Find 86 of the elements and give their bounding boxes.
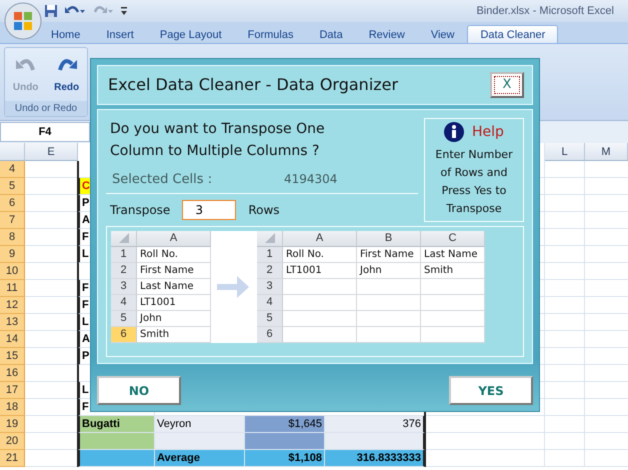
row-header: 8 bbox=[0, 229, 25, 246]
ribbon-tab[interactable]: Insert bbox=[93, 25, 147, 43]
column-header[interactable]: E bbox=[25, 143, 78, 161]
row-header: 6 bbox=[0, 195, 25, 212]
info-icon bbox=[444, 122, 464, 142]
row-header: 4 bbox=[257, 294, 283, 311]
row-header: 17 bbox=[0, 382, 25, 399]
row-header: 6 bbox=[257, 326, 283, 343]
table-cell: John bbox=[357, 262, 421, 279]
column-header: C bbox=[421, 230, 485, 247]
table-cell bbox=[357, 294, 421, 311]
row-header: 4 bbox=[0, 161, 25, 178]
row-header: 18 bbox=[0, 399, 25, 416]
table-cell: 376 bbox=[325, 416, 425, 433]
table-cell: Average bbox=[155, 450, 245, 467]
row-header: 13 bbox=[0, 314, 25, 331]
row-header: 20 bbox=[0, 433, 25, 450]
column-header[interactable]: L bbox=[545, 143, 585, 161]
row-header: 16 bbox=[0, 365, 25, 382]
customize-icon[interactable] bbox=[120, 6, 128, 16]
table-cell: First Name bbox=[357, 246, 421, 263]
ribbon-tab[interactable]: Data bbox=[306, 25, 356, 43]
dialog-button[interactable]: NO bbox=[97, 376, 181, 405]
row-header: 4 bbox=[111, 294, 137, 311]
row-header: 19 bbox=[0, 416, 25, 433]
rows-label: Rows bbox=[248, 202, 280, 217]
selected-cells-value: 4194304 bbox=[284, 172, 338, 187]
help-text: Enter Number of Rows and Press Yes to Transpose bbox=[435, 146, 513, 217]
table-cell bbox=[421, 326, 485, 343]
table-cell bbox=[357, 310, 421, 327]
rows-input[interactable]: 3 bbox=[182, 200, 236, 220]
table-cell bbox=[421, 294, 485, 311]
save-icon[interactable] bbox=[44, 4, 58, 18]
column-header: A bbox=[137, 230, 211, 247]
ribbon-tab[interactable]: Review bbox=[356, 25, 418, 43]
question-text: Do you want to Transpose One Column to Multiple Columns ? bbox=[109, 120, 326, 161]
row-header: 12 bbox=[0, 297, 25, 314]
row-header: 9 bbox=[0, 246, 25, 263]
row-header: 5 bbox=[257, 310, 283, 327]
table-cell: Bugatti bbox=[78, 416, 155, 433]
row-header: 2 bbox=[111, 262, 137, 279]
table-cell: Veyron bbox=[155, 416, 245, 433]
group-label: Undo or Redo bbox=[5, 101, 87, 116]
row-header: 14 bbox=[0, 331, 25, 348]
row-header: 1 bbox=[111, 246, 137, 263]
table-cell: LT1001 bbox=[283, 262, 357, 279]
dialog-button[interactable]: YES bbox=[449, 376, 533, 405]
row-header: 10 bbox=[0, 263, 25, 280]
row-header: 2 bbox=[257, 262, 283, 279]
table-cell bbox=[357, 278, 421, 295]
close-button[interactable]: X bbox=[490, 72, 524, 98]
row-header: 3 bbox=[257, 278, 283, 295]
row-header: 3 bbox=[111, 278, 137, 295]
row-header: 15 bbox=[0, 348, 25, 365]
triangle-icon bbox=[118, 233, 128, 244]
ribbon-tab[interactable]: View bbox=[418, 25, 468, 43]
table-cell bbox=[421, 278, 485, 295]
ribbon-tab[interactable]: Data Cleaner bbox=[467, 25, 558, 43]
dialog-title: Excel Data Cleaner - Data Organizer bbox=[108, 75, 398, 94]
help-title: Help bbox=[472, 124, 504, 140]
table-cell bbox=[357, 326, 421, 343]
row-header: 21 bbox=[0, 450, 25, 467]
window-title: Binder.xlsx - Microsoft Excel bbox=[476, 5, 615, 17]
table-cell: Smith bbox=[421, 262, 485, 279]
row-header: 5 bbox=[0, 178, 25, 195]
table-cell: 316.8333333 bbox=[325, 450, 425, 467]
row-header: 7 bbox=[0, 212, 25, 229]
redo-button[interactable]: Redo bbox=[52, 54, 82, 95]
table-cell: Last Name bbox=[421, 246, 485, 263]
column-header[interactable]: M bbox=[585, 143, 628, 161]
right-arrow-icon bbox=[217, 274, 251, 300]
column-header: B bbox=[357, 230, 421, 247]
ribbon-tab[interactable]: Home bbox=[38, 25, 94, 43]
table-cell: Roll No. bbox=[283, 246, 357, 263]
table-cell bbox=[421, 310, 485, 327]
row-header: 11 bbox=[0, 280, 25, 297]
row-header: 5 bbox=[111, 310, 137, 327]
column-header: A bbox=[283, 230, 357, 247]
triangle-icon bbox=[264, 233, 274, 244]
ribbon-tab[interactable]: Formulas bbox=[234, 25, 306, 43]
row-header: 6 bbox=[111, 326, 137, 343]
row-header: 1 bbox=[257, 246, 283, 263]
table-cell: $1,108 bbox=[245, 450, 325, 467]
ribbon-tab[interactable]: Page Layout bbox=[146, 25, 235, 43]
table-cell: $1,645 bbox=[245, 416, 325, 433]
name-box[interactable]: F4 bbox=[0, 122, 90, 142]
